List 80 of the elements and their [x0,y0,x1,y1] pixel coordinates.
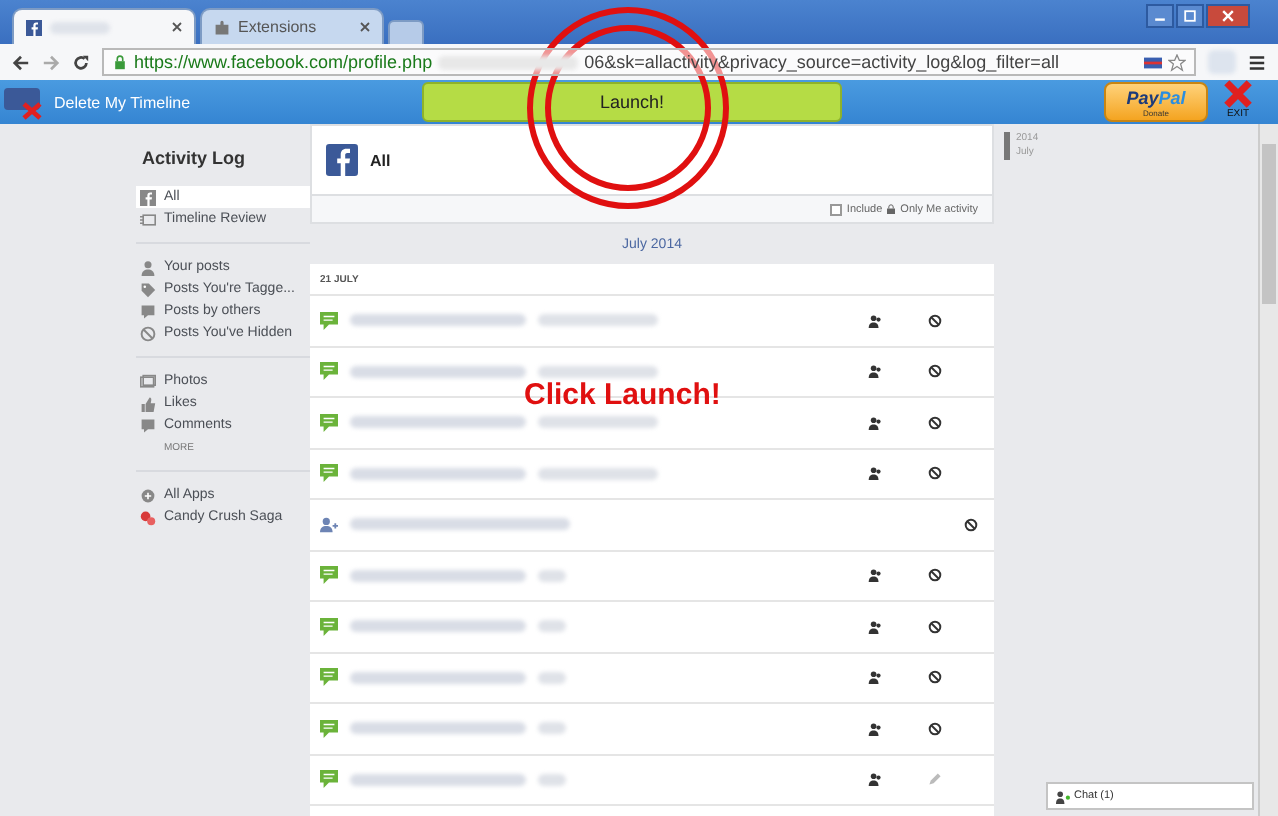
blurred-activity-detail [538,314,658,327]
friends-icon [867,568,881,583]
thumbs-up-icon [140,395,156,411]
maximize-icon [1184,10,1196,22]
scrollbar[interactable] [1258,124,1278,816]
blurred-activity-detail [538,620,566,633]
sidebar-title: Activity Log [142,148,248,168]
blurred-activity-detail [538,467,658,480]
blurred-activity-detail [538,671,566,684]
browser-tab[interactable]: Extensions [200,8,384,44]
blocked-icon [927,670,941,685]
comment-icon [320,617,338,636]
friends-icon [320,515,338,534]
blurred-url-part [438,55,579,69]
blocked-icon [927,313,941,328]
maximize-button[interactable] [1176,4,1204,28]
friends-icon [867,313,881,328]
blurred-activity-detail [538,365,658,378]
forward-icon [42,53,60,71]
extension-title: Delete My Timeline [54,93,193,111]
friends-icon [867,415,881,430]
blocked-icon [927,568,941,583]
lock-icon [112,54,128,70]
blurred-activity-detail [538,773,566,786]
facebook-logo [326,144,358,176]
reload-icon [72,53,90,71]
lock-icon [886,204,897,214]
feed-title: All [370,151,391,169]
blocked-icon [927,466,941,481]
candy-icon [140,509,156,525]
close-icon [1222,10,1234,22]
photo-icon [140,373,156,389]
blocked-icon [927,415,941,430]
pencil-icon [927,772,941,787]
blurred-activity-detail [538,569,566,582]
friends-icon [867,466,881,481]
apps-icon [140,487,156,503]
chat-status-icon [1056,789,1070,803]
comment-icon [320,770,338,789]
browser-tab[interactable] [12,8,196,44]
tag-icon [140,281,156,297]
friends-icon [867,619,881,634]
blocked-icon [927,721,941,736]
person-icon [140,259,156,275]
blurred-activity-detail [538,416,658,429]
blocked-icon [963,517,978,532]
back-icon [12,53,30,71]
url-text: https://www.facebook.com/profile.php [134,52,433,72]
facebook-icon [140,189,156,205]
friends-icon [867,364,881,379]
comment-icon [320,362,338,381]
close-button[interactable] [1206,4,1250,28]
friends-icon [867,721,881,736]
launch-button[interactable]: Launch! [422,82,842,122]
annotation-text: Click Launch! [524,378,721,412]
blocked-icon [927,364,941,379]
speech-bubble-icon [140,417,156,433]
friends-icon [867,670,881,685]
star-icon [1168,53,1186,71]
minimize-button[interactable] [1146,4,1174,28]
comment-icon [320,464,338,483]
blurred-activity-detail [538,722,566,735]
facebook-icon [26,19,42,35]
close-icon [360,22,370,32]
hidden-icon [140,325,156,341]
comment-icon [320,311,338,330]
include-checkbox[interactable] [830,203,843,215]
flag-icon [1144,53,1162,71]
blurred-extension [1208,50,1236,74]
close-icon [172,22,182,32]
timeline-icon [140,211,156,227]
menu-icon [1248,53,1266,71]
friends-icon [867,772,881,787]
comment-icon [320,413,338,432]
comment-icon [320,668,338,687]
puzzle-icon [214,19,230,35]
comment-icon [320,566,338,585]
speech-bubble-icon [140,303,156,319]
blocked-icon [927,619,941,634]
comment-icon [320,719,338,738]
